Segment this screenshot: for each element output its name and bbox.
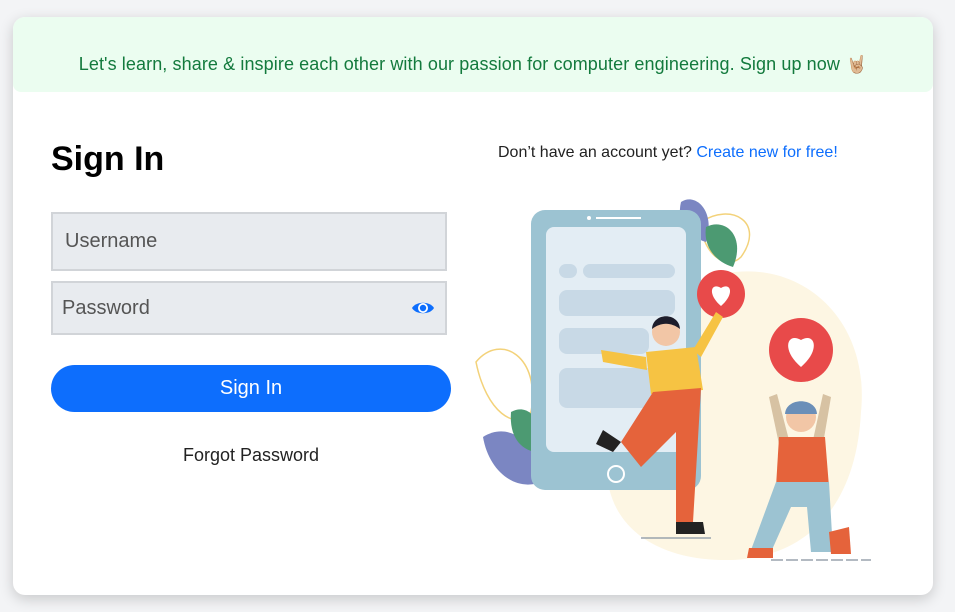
woman-shirt [646,347,703,394]
leaf-green-top [705,224,738,267]
leaf-outline-left [475,348,534,421]
screen-line-4 [559,328,649,354]
password-field[interactable] [51,281,447,335]
signup-prompt: Don’t have an account yet? Create new fo… [498,144,838,162]
screen-line-1 [559,264,577,278]
eye-icon[interactable] [411,299,435,317]
signup-prompt-text: Don’t have an account yet? [498,144,697,161]
forgot-password-link[interactable]: Forgot Password [51,445,451,466]
phone-camera [587,216,591,220]
screen-line-2 [583,264,675,278]
sign-in-button[interactable]: Sign In [51,365,451,412]
woman-shoe [676,522,705,534]
man-shoe [747,548,773,558]
welcome-banner: Let's learn, share & inspire each other … [13,17,933,92]
social-love-illustration [475,199,871,561]
signin-card: Let's learn, share & inspire each other … [13,17,933,595]
username-input[interactable] [53,214,395,269]
banner-message: Let's learn, share & inspire each other … [78,54,840,74]
man-shoe-back [829,527,851,554]
rock-on-hand-icon: 🤘🏼 [846,55,868,74]
password-input[interactable] [53,283,392,333]
create-account-link[interactable]: Create new for free! [696,144,837,161]
man-shirt [776,437,829,487]
banner-text: Let's learn, share & inspire each other … [79,54,868,75]
username-field[interactable] [51,212,447,271]
screen-line-3 [559,290,675,316]
page-title: Sign In [51,140,165,178]
